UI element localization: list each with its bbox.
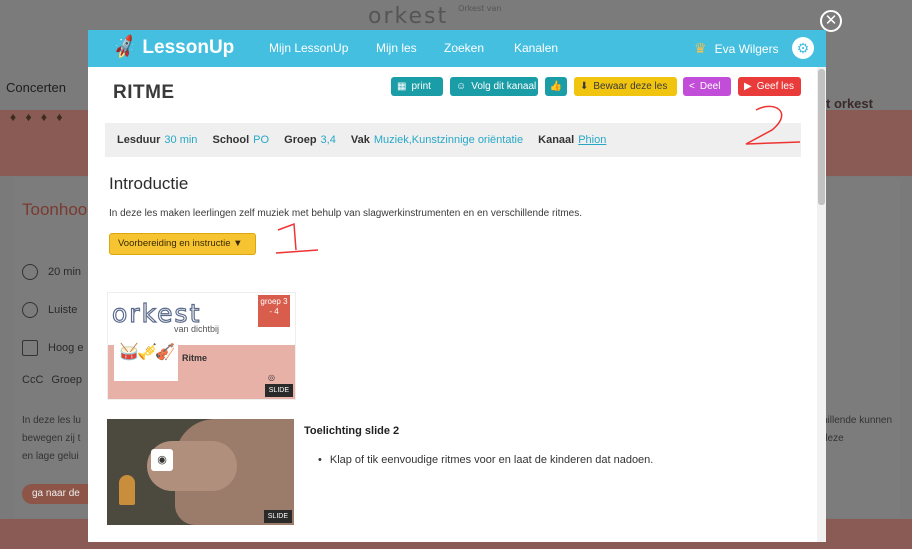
group-icon: CcC <box>22 374 44 386</box>
meta-vak: Muziek,Kunstzinnige oriëntatie <box>373 134 524 146</box>
play-icon: ▶ <box>744 81 752 92</box>
document-icon <box>22 340 38 356</box>
background-decoration: ♦ ♦ ♦ ♦ <box>10 110 66 124</box>
background-row-group: CcC Groep <box>22 374 82 386</box>
lessonup-header: 🚀 LessonUp Mijn LessonUp Mijn les Zoeken … <box>88 30 826 67</box>
background-orkest-label: t orkest <box>826 96 873 111</box>
share-button[interactable]: < Deel <box>683 77 731 96</box>
background-row-duration: 20 min <box>22 264 81 280</box>
slide-2-title: Toelichting slide 2 <box>304 425 400 437</box>
meta-lesduur: 30 min <box>164 134 198 146</box>
rocket-icon: 🚀 <box>111 33 139 61</box>
background-paragraph: In deze les lu bewegen zij t en lage gel… <box>22 415 81 462</box>
nav-kanalen[interactable]: Kanalen <box>514 41 558 55</box>
save-lesson-button[interactable]: ⬇ Bewaar deze les <box>574 77 677 96</box>
background-paragraph-right: hillende kunnen deze <box>822 415 893 444</box>
background-row-listen: Luiste <box>22 302 77 318</box>
intro-text: In deze les maken leerlingen zelf muziek… <box>109 208 583 219</box>
follow-channel-button[interactable]: ☺ Volg dit kanaal <box>450 77 538 96</box>
slide-thumbnail-2[interactable]: ◉ SLIDE <box>107 419 294 525</box>
slide-2-bullet: Klap of tik eenvoudige ritmes voor en la… <box>318 454 654 466</box>
nav-zoeken[interactable]: Zoeken <box>444 41 484 55</box>
slide-tag: SLIDE <box>263 510 292 523</box>
thumbs-up-icon: 👍 <box>549 81 563 92</box>
user-menu[interactable]: ♛ Eva Wilgers <box>694 40 779 57</box>
meta-label-lesduur: Lesduur <box>117 134 161 146</box>
preparation-dropdown[interactable]: Voorbereiding en instructie ▼ <box>109 233 256 255</box>
lesson-meta-bar: Lesduur 30 min School PO Groep 3,4 Vak Muzie… <box>105 123 801 157</box>
annotation-stroke <box>275 222 319 254</box>
meta-groep: 3,4 <box>320 134 336 146</box>
meta-school: PO <box>253 134 270 146</box>
print-button[interactable]: ▦ print <box>391 77 443 96</box>
printer-icon: ▦ <box>397 81 407 92</box>
lessonup-logo[interactable]: 🚀 LessonUp <box>111 33 234 61</box>
character-illustration <box>119 475 135 505</box>
channel-link[interactable]: Phion <box>578 134 606 146</box>
crown-icon: ♛ <box>694 40 707 56</box>
phion-logo: ◎ <box>268 373 275 382</box>
camera-icon: ◉ <box>151 449 173 471</box>
scrollbar-thumb[interactable] <box>818 69 825 205</box>
modal-scrollbar[interactable] <box>817 67 826 542</box>
slide-thumbnail-1[interactable]: orkest van dichtbij groep 3 - 4 🥁🎺🎻 Ritm… <box>107 292 296 400</box>
meta-label-groep: Groep <box>284 134 317 146</box>
background-card-title: Toonhoo <box>22 200 88 219</box>
nav-mijn-lessonup[interactable]: Mijn LessonUp <box>269 41 348 55</box>
intro-heading: Introductie <box>109 174 189 193</box>
background-logo: orkest Orkest van <box>368 4 502 29</box>
download-icon: ⬇ <box>580 81 589 92</box>
clock-icon <box>22 264 38 280</box>
meta-label-school: School <box>212 134 250 146</box>
like-button[interactable]: 👍 <box>545 77 567 96</box>
close-icon[interactable]: ✕ <box>820 10 842 32</box>
teach-lesson-button[interactable]: ▶ Geef les <box>738 77 801 96</box>
annotation-stroke <box>745 105 801 145</box>
meta-label-kanaal: Kanaal <box>538 134 575 146</box>
slide-ritme-label: Ritme <box>182 353 208 363</box>
slide-tag: SLIDE <box>264 384 293 397</box>
refresh-icon <box>22 302 38 318</box>
gear-icon[interactable]: ⚙ <box>792 37 814 59</box>
lesson-title: RITME <box>113 82 175 103</box>
share-icon: < <box>689 81 695 92</box>
lesson-modal: 🚀 LessonUp Mijn LessonUp Mijn les Zoeken … <box>88 30 826 542</box>
instruments-image: 🥁🎺🎻 <box>114 343 178 381</box>
background-row-level: Hoog e <box>22 340 83 356</box>
slide-subtitle: van dichtbij <box>174 324 220 334</box>
annotation-2 <box>745 105 801 145</box>
nav-mijn-les[interactable]: Mijn les <box>376 41 417 55</box>
background-nav-concerten: Concerten <box>6 80 66 95</box>
slide-group-badge: groep 3 - 4 <box>258 295 290 327</box>
annotation-1 <box>275 222 319 254</box>
user-plus-icon: ☺ <box>456 81 467 92</box>
meta-label-vak: Vak <box>350 134 370 146</box>
